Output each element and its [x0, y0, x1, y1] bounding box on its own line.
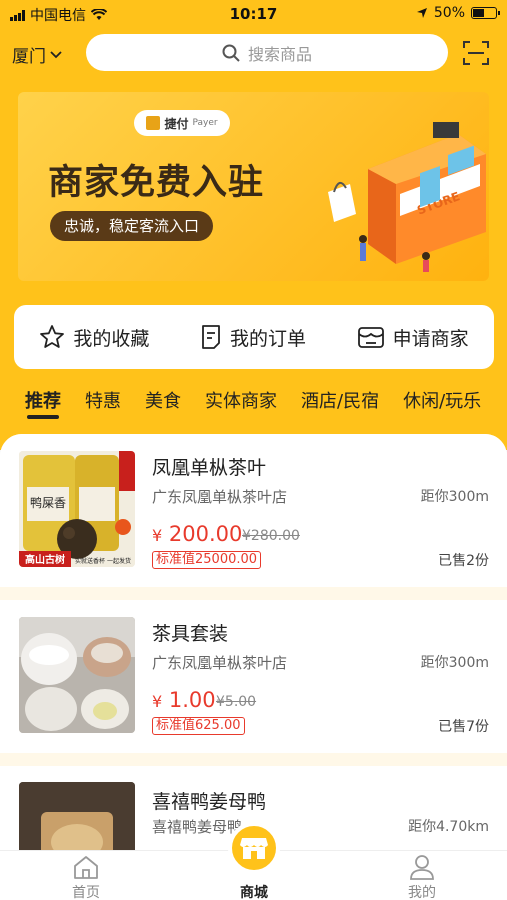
banner-subtitle: 忠诚，稳定客流入口 — [50, 211, 214, 241]
product-name: 喜禧鸭姜母鸭 — [152, 791, 267, 813]
price: ¥ 200.00 — [152, 522, 243, 546]
svg-text:鸭屎香: 鸭屎香 — [30, 496, 66, 510]
mall-icon — [240, 838, 268, 859]
svg-text:高山古树: 高山古树 — [25, 553, 65, 566]
mall-button[interactable] — [228, 822, 280, 874]
distance: 距你4.70km — [408, 819, 489, 835]
product-image — [19, 782, 135, 850]
promo-banner[interactable]: 捷付 Payer 商家免费入驻 忠诚，稳定客流入口 STORE — [18, 92, 489, 281]
tab-leisure[interactable]: 休闲/玩乐 — [391, 380, 493, 420]
chevron-down-icon — [50, 50, 62, 58]
battery-percent: 50% — [433, 5, 465, 21]
status-bar: 中国电信 10:17 50% — [0, 0, 507, 28]
location-arrow-icon — [416, 8, 427, 18]
standard-value-badge: 标准值625.00 — [152, 717, 245, 735]
distance: 距你300m — [420, 489, 489, 505]
original-price: ¥5.00 — [216, 694, 257, 710]
banner-title: 商家免费入驻 — [48, 163, 265, 203]
search-placeholder: 搜索商品 — [247, 44, 312, 64]
shop-name: 广东凤凰单枞茶叶店 — [152, 488, 288, 506]
home-icon — [74, 856, 98, 879]
tab-deals[interactable]: 特惠 — [73, 380, 133, 420]
divider — [0, 753, 507, 766]
original-price: ¥280.00 — [242, 528, 300, 544]
product-card[interactable]: 鸭屎香 高山古树 实就送香杯 一起发货 凤凰单枞茶叶 广东凤凰单枞茶叶店 距你3… — [0, 434, 507, 584]
star-icon — [40, 325, 65, 348]
standard-value-badge: 标准值25000.00 — [152, 551, 262, 569]
search-icon — [222, 44, 240, 62]
shop-name: 广东凤凰单枞茶叶店 — [152, 654, 288, 672]
quick-actions-card: 我的收藏 我的订单 申请商家 — [14, 305, 494, 369]
product-list: 鸭屎香 高山古树 实就送香杯 一起发货 凤凰单枞茶叶 广东凤凰单枞茶叶店 距你3… — [0, 434, 507, 850]
brand-logo: 捷付 Payer — [134, 110, 230, 136]
search-input[interactable]: 搜索商品 — [86, 34, 448, 71]
product-image — [19, 617, 135, 733]
orders-button[interactable]: 我的订单 — [200, 324, 306, 351]
tab-recommend[interactable]: 推荐 — [0, 380, 73, 420]
category-tabs: 推荐 特惠 美食 实体商家 酒店/民宿 休闲/玩乐 — [0, 380, 507, 420]
price: ¥ 1.00 — [152, 688, 216, 712]
order-icon — [202, 325, 220, 349]
favorites-button[interactable]: 我的收藏 — [39, 324, 149, 351]
city-label: 厦门 — [12, 47, 46, 67]
divider — [0, 587, 507, 600]
product-image: 鸭屎香 高山古树 实就送香杯 一起发货 — [19, 451, 135, 567]
storefront-illustration: STORE — [328, 122, 486, 272]
sold-count: 已售7份 — [438, 719, 489, 735]
tab-stores[interactable]: 实体商家 — [193, 380, 289, 420]
battery-icon — [471, 7, 500, 19]
tab-hotels[interactable]: 酒店/民宿 — [289, 380, 391, 420]
distance: 距你300m — [420, 655, 489, 671]
product-card[interactable]: 茶具套装 广东凤凰单枞茶叶店 距你300m ¥ 1.00 ¥5.00 标准值62… — [0, 600, 507, 750]
city-selector[interactable]: 厦门 — [12, 42, 62, 67]
product-name: 凤凰单枞茶叶 — [152, 457, 267, 479]
apply-merchant-button[interactable]: 申请商家 — [357, 324, 469, 351]
svg-text:实就送香杯 一起发货: 实就送香杯 一起发货 — [75, 557, 131, 565]
tab-food[interactable]: 美食 — [133, 380, 193, 420]
sold-count: 已售2份 — [438, 553, 489, 569]
shop-name: 喜禧鸭姜母鸭 — [152, 818, 243, 836]
scan-icon[interactable] — [462, 40, 490, 66]
store-icon — [357, 327, 384, 348]
brand-mark-icon — [146, 116, 161, 130]
user-icon — [410, 855, 434, 880]
product-name: 茶具套装 — [152, 623, 229, 645]
nav-home[interactable]: 首页 — [36, 851, 136, 900]
nav-profile[interactable]: 我的 — [372, 851, 472, 900]
